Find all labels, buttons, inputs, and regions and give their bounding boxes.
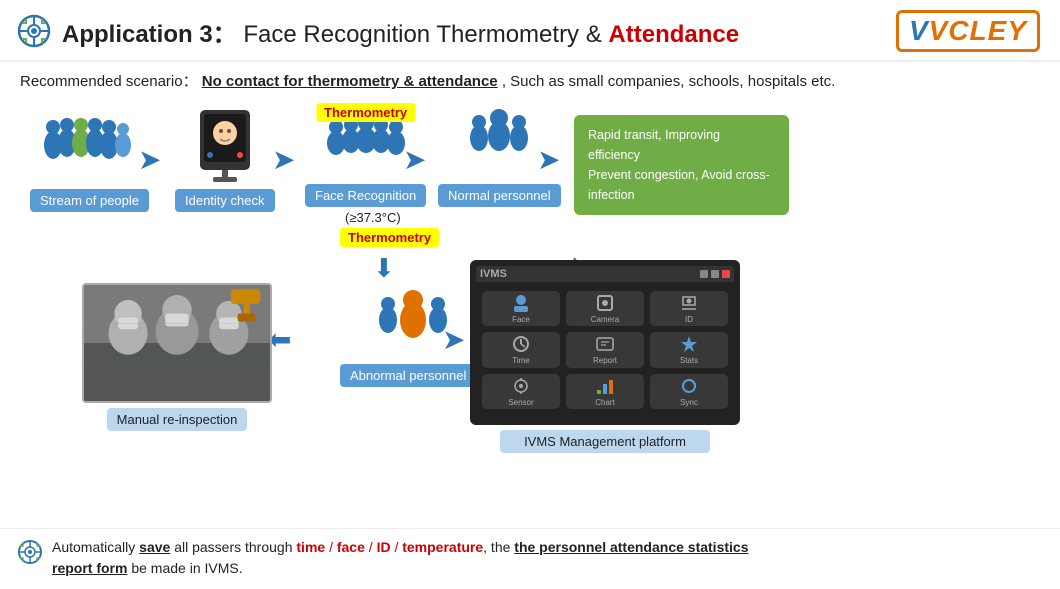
stats-text: the personnel attendance statistics	[514, 539, 748, 555]
header-left: Application 3： Face Recognition Thermome…	[16, 13, 739, 49]
crosshair-icon	[16, 13, 52, 49]
bottom-text-content: Automatically save all passers through t…	[52, 537, 748, 579]
header-title: Application 3： Face Recognition Thermome…	[62, 14, 739, 49]
logo-text: VCLEY	[929, 15, 1027, 46]
ivms-label: IVMS Management platform	[500, 430, 710, 453]
normal-label: Normal personnel	[438, 184, 561, 207]
therm-middle-badge: Thermometry	[340, 228, 439, 247]
manual-label: Manual re-inspection	[107, 408, 248, 431]
identity-label: Identity check	[175, 189, 275, 212]
title-red: Attendance	[608, 21, 739, 48]
ivms-platform: IVMS Face Camera	[470, 260, 740, 453]
ivms-btn-4[interactable]: Time	[482, 332, 560, 367]
ivms-btn-2[interactable]: Camera	[566, 291, 644, 326]
face-word: face	[337, 539, 365, 555]
time-word: time	[296, 539, 325, 555]
save-word: save	[139, 539, 170, 555]
right-arrow: ➤	[442, 323, 465, 356]
suffix-text: be made in IVMS.	[127, 560, 242, 576]
thermometry-badge: Thermometry	[316, 103, 415, 122]
ivms-btn-6[interactable]: Stats	[650, 332, 728, 367]
ivms-btn-9[interactable]: Sync	[650, 374, 728, 409]
scenario-bar: Recommended scenario： No contact for the…	[0, 62, 1060, 95]
scenario-rest: , Such as small companies, schools, hosp…	[502, 73, 836, 90]
id-word: ID	[377, 539, 391, 555]
green-line2: Prevent congestion, Avoid cross-infectio…	[588, 168, 770, 202]
green-info-box: Rapid transit, Improving efficiency Prev…	[574, 115, 789, 215]
device-icon	[180, 105, 270, 185]
bottom-text-area: Automatically save all passers through t…	[0, 528, 1060, 589]
face-recog-label: Face Recognition	[305, 184, 426, 207]
manual-reinspection: Manual re-inspection	[82, 283, 272, 431]
stream-label: Stream of people	[30, 189, 149, 212]
ivms-btn-8[interactable]: Chart	[566, 374, 644, 409]
title-prefix: Application 3：	[62, 21, 237, 48]
abnormal-people-icon	[363, 285, 453, 360]
ivms-btn-5[interactable]: Report	[566, 332, 644, 367]
arrow-3: ➤	[403, 143, 426, 176]
green-line1: Rapid transit, Improving efficiency	[588, 128, 720, 162]
stream-of-people: Stream of people	[30, 110, 149, 212]
photo-icon	[84, 283, 270, 403]
ivms-btn-7[interactable]: Sensor	[482, 374, 560, 409]
diagram-area: Stream of people ➤	[0, 95, 1060, 495]
ivms-btn-3[interactable]: ID	[650, 291, 728, 326]
arrow-4: ➤	[537, 143, 560, 176]
arrow-1: ➤	[138, 143, 161, 176]
scenario-label: Recommended scenario：	[20, 73, 198, 90]
bottom-crosshair-icon	[16, 538, 44, 566]
identity-check: Identity check	[175, 105, 275, 212]
people-group-icon	[40, 110, 140, 185]
temp-word: temperature	[402, 539, 483, 555]
ivms-title-text: IVMS	[480, 268, 507, 280]
report-text: report form	[52, 560, 127, 576]
down-arrow: ⬇	[373, 253, 395, 284]
normal-people-icon	[454, 105, 544, 180]
temp-threshold: (≥37.3°C)	[345, 210, 401, 225]
header: Application 3： Face Recognition Thermome…	[0, 0, 1060, 62]
arrow-2: ➤	[272, 143, 295, 176]
title-main: Face Recognition Thermometry &	[243, 21, 608, 48]
ivms-btn-1[interactable]: Face	[482, 291, 560, 326]
brand-logo: VVCLEY	[896, 10, 1040, 52]
scenario-bold: No contact for thermometry & attendance	[202, 73, 498, 90]
abnormal-label: Abnormal personnel	[340, 364, 476, 387]
